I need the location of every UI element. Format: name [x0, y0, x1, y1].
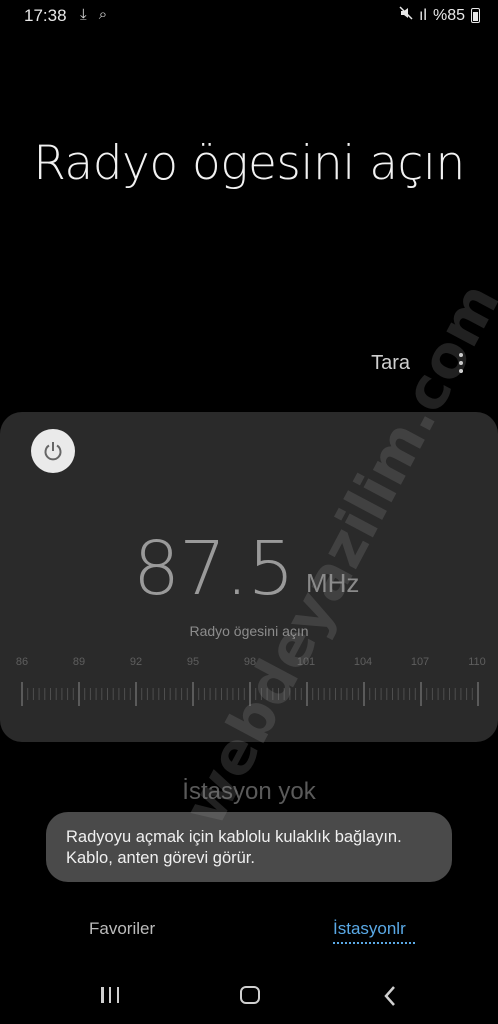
status-bar: 17:38 ⤓ ⌕ ıl %85 — [0, 0, 498, 32]
toast-message: Radyoyu açmak için kablolu kulaklık bağl… — [46, 812, 452, 882]
battery-text: %85 — [432, 6, 465, 24]
scale-label: 86 — [15, 656, 29, 668]
back-icon[interactable] — [383, 985, 397, 1007]
scale-label: 110 — [468, 656, 486, 668]
recents-icon[interactable] — [101, 987, 119, 1003]
frequency-unit: MHz — [306, 568, 360, 598]
scan-button[interactable]: Tara — [371, 352, 410, 375]
power-icon — [44, 442, 62, 461]
signal-icon: ıl — [418, 6, 427, 24]
frequency-display: 87.5 — [133, 526, 295, 612]
no-station-text: İstasyon yok — [182, 778, 316, 805]
more-vert-icon[interactable] — [454, 350, 468, 376]
scale-label: 104 — [353, 656, 373, 668]
scale-label: 92 — [129, 656, 143, 668]
scale-label: 98 — [243, 656, 257, 668]
tab-favorites[interactable]: Favoriler — [89, 919, 155, 939]
scale-label: 107 — [410, 656, 430, 668]
scale-label: 95 — [186, 656, 200, 668]
tab-active-indicator — [333, 942, 415, 944]
tuner-ticks — [21, 682, 479, 706]
power-button[interactable] — [31, 429, 75, 473]
battery-icon — [471, 8, 480, 23]
navigation-bar — [0, 970, 498, 1024]
mute-icon — [399, 6, 413, 25]
status-time: 17:38 — [24, 6, 67, 25]
scale-label: 89 — [72, 656, 86, 668]
tuner-scale[interactable]: 86 89 92 95 98 101 104 107 110 — [0, 656, 498, 716]
card-hint: Radyo ögesini açın — [189, 623, 309, 639]
notification-icons: ⤓ ⌕ — [80, 6, 112, 23]
home-icon[interactable] — [240, 986, 260, 1004]
tab-stations[interactable]: İstasyonlr — [333, 919, 406, 939]
scale-label: 101 — [296, 656, 316, 668]
page-title: Radyo ögesini açın — [33, 136, 465, 191]
status-right: ıl %85 — [399, 6, 480, 25]
